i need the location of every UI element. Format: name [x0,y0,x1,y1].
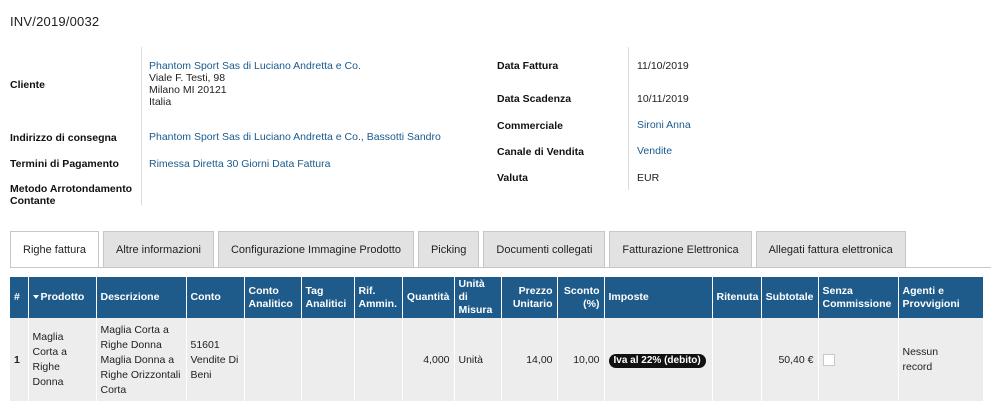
row-descrizione: Maglia Corta a Righe Donna Maglia Donna … [96,318,187,401]
col-rif-ammin[interactable]: Rif. Ammin. [354,277,403,318]
row-index: 1 [10,318,29,401]
row-unita: Unità [454,318,502,401]
tab-righe-fattura[interactable]: Righe fattura [10,231,99,268]
tab-picking[interactable]: Picking [417,231,480,267]
col-quantita[interactable]: Quantità [402,277,455,318]
tab-fatturazione-elettronica[interactable]: Fatturazione Elettronica [609,231,752,267]
tab-configurazione-immagine[interactable]: Configurazione Immagine Prodotto [217,231,414,267]
data-fattura-value: 11/10/2019 [637,60,689,72]
commerciale-link[interactable]: Sironi Anna [637,119,691,131]
row-imposte: Iva al 22% (debito) [604,318,713,401]
col-subtotale[interactable]: Subtotale [761,277,819,318]
col-prodotto[interactable]: Prodotto [28,277,97,318]
col-unita-misura[interactable]: Unità di Misura [454,277,502,318]
col-conto-analitico[interactable]: Conto Analitico [244,277,302,318]
valuta-label: Valuta [497,172,528,184]
col-index[interactable]: # [10,277,29,318]
senza-commissione-checkbox[interactable] [822,353,835,366]
col-senza-commissione[interactable]: Senza Commissione [818,277,899,318]
row-subtotale: 50,40 € [761,318,819,401]
data-scadenza-value: 10/11/2019 [637,93,689,105]
col-agenti-provvigioni[interactable]: Agenti e Provvigioni [898,277,984,318]
sort-caret-icon [32,295,39,300]
row-conto: 51601 Vendite Di Beni [186,318,245,401]
cliente-address-line: Milano MI 20121 [149,84,227,96]
row-prezzo: 14,00 [501,318,558,401]
cliente-address-line: Italia [149,96,172,108]
row-prodotto: Maglia Corta a Righe Donna [28,318,97,401]
col-descrizione[interactable]: Descrizione [96,277,187,318]
col-tag-analitici[interactable]: Tag Analitici [301,277,355,318]
canale-link[interactable]: Vendite [637,145,672,157]
arrotondamento-label: Metodo Arrotondamento [10,183,133,195]
row-tag-analitici [301,318,355,401]
tab-underline [10,267,991,268]
commerciale-label: Commerciale [497,120,563,132]
row-quantita: 4,000 [402,318,455,401]
invoice-lines-table: # Prodotto Descrizione Conto Conto Analit… [10,277,984,401]
data-fattura-label: Data Fattura [497,60,559,72]
row-senza-commissione [818,318,899,401]
field-divider [628,47,629,190]
col-conto[interactable]: Conto [186,277,245,318]
pagamento-label: Termini di Pagamento [10,158,119,170]
tab-altre-informazioni[interactable]: Altre informazioni [102,231,214,267]
field-divider [141,47,142,205]
valuta-value: EUR [637,172,660,184]
cliente-name-link[interactable]: Phantom Sport Sas di Luciano Andretta e … [149,60,361,72]
page-title: INV/2019/0032 [10,14,100,29]
cliente-label: Cliente [10,79,46,91]
row-ritenuta [712,318,762,401]
notebook-tabs: Righe fattura Altre informazioni Configu… [10,231,906,268]
table-header-row: # Prodotto Descrizione Conto Conto Analit… [10,277,984,318]
row-conto-analitico [244,318,302,401]
tax-badge: Iva al 22% (debito) [608,353,706,368]
pagamento-link[interactable]: Rimessa Diretta 30 Giorni Data Fattura [149,158,330,170]
table-row[interactable]: 1 Maglia Corta a Righe Donna Maglia Cort… [10,318,984,401]
canale-label: Canale di Vendita [497,146,584,158]
consegna-label: Indirizzo di consegna [10,132,117,144]
data-scadenza-label: Data Scadenza [497,93,572,105]
col-imposte[interactable]: Imposte [604,277,713,318]
arrotondamento-label-cont: Contante [10,195,56,207]
col-prezzo-unitario[interactable]: Prezzo Unitario [501,277,558,318]
tab-documenti-collegati[interactable]: Documenti collegati [483,231,606,267]
row-rif-ammin [354,318,403,401]
col-sconto[interactable]: Sconto (%) [557,277,605,318]
col-ritenuta[interactable]: Ritenuta [712,277,762,318]
consegna-link[interactable]: Phantom Sport Sas di Luciano Andretta e … [149,131,441,143]
tab-allegati-fattura[interactable]: Allegati fattura elettronica [755,231,906,267]
row-sconto: 10,00 [557,318,605,401]
row-agenti: Nessun record [898,318,984,401]
cliente-address-line: Viale F. Testi, 98 [149,72,226,84]
